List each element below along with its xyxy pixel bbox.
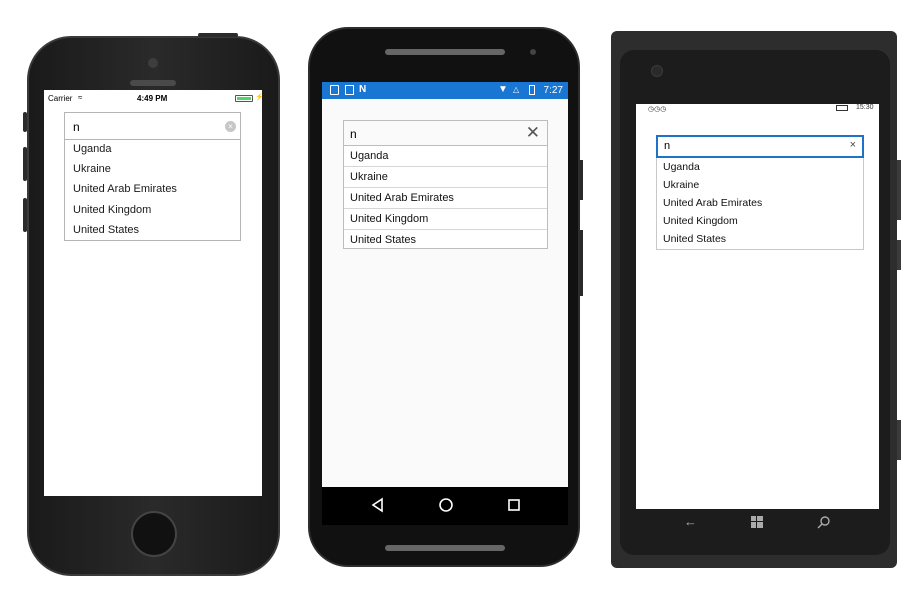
windows-screen: ◷◷◷ 15:30 n × Uganda Ukraine United Arab…	[636, 104, 879, 509]
close-icon[interactable]: ✕	[526, 124, 540, 142]
volume-down-button	[23, 198, 27, 232]
battery-icon	[235, 95, 253, 102]
camera-button	[897, 420, 901, 460]
status-time: 7:27	[543, 85, 563, 96]
suggestion-item[interactable]: United Kingdom	[663, 215, 738, 227]
suggestion-item[interactable]: United Kingdom	[73, 204, 151, 216]
top-speaker	[385, 49, 505, 55]
suggestion-item[interactable]: Ukraine	[663, 179, 699, 191]
battery-icon	[529, 85, 535, 95]
notification-n-icon: N	[359, 84, 367, 95]
android-nav-bar	[322, 487, 568, 525]
signal-icon: ◷◷◷	[648, 106, 667, 113]
signal-off-icon: △	[513, 85, 520, 94]
back-arrow-icon[interactable]: ←	[684, 514, 697, 529]
suggestion-item[interactable]: United States	[344, 230, 547, 248]
volume-button	[580, 230, 583, 296]
autocomplete-input[interactable]: n ×	[656, 135, 864, 158]
suggestion-item[interactable]: United States	[73, 224, 139, 236]
mute-switch	[23, 112, 27, 132]
battery-icon	[836, 105, 848, 111]
suggestion-item[interactable]: Uganda	[344, 146, 547, 167]
volume-button	[897, 160, 901, 220]
power-button	[198, 33, 238, 37]
autocomplete-input-value: n	[664, 140, 671, 152]
close-icon[interactable]: ×	[850, 139, 856, 151]
windows-status-bar: ◷◷◷ 15:30	[636, 104, 879, 114]
suggestion-list: Uganda Ukraine United Arab Emirates Unit…	[656, 158, 864, 250]
suggestion-item[interactable]: United Arab Emirates	[663, 197, 762, 209]
suggestion-item[interactable]: United Arab Emirates	[73, 183, 177, 195]
bottom-speaker	[385, 545, 505, 551]
autocomplete-input[interactable]: n ✕	[343, 120, 548, 146]
suggestion-item[interactable]: Ukraine	[73, 163, 111, 175]
autocomplete-input-value: n	[350, 127, 357, 141]
image-icon	[345, 85, 354, 95]
front-camera	[651, 65, 663, 77]
file-icon	[330, 85, 339, 95]
suggestion-item[interactable]: Uganda	[73, 143, 112, 155]
suggestion-list: Uganda Ukraine United Arab Emirates Unit…	[64, 140, 241, 241]
suggestion-item[interactable]: Ukraine	[344, 167, 547, 188]
android-status-bar: N ▼ △ 7:27	[322, 82, 568, 99]
power-button	[897, 240, 901, 270]
volume-up-button	[23, 147, 27, 181]
search-icon[interactable]	[817, 515, 831, 529]
suggestion-item[interactable]: United States	[663, 233, 726, 245]
suggestion-item[interactable]: United Arab Emirates	[344, 188, 547, 209]
wifi-icon: ≈	[78, 93, 83, 102]
windows-nav-bar: ←	[636, 509, 879, 537]
earpiece-speaker	[130, 80, 176, 86]
back-icon[interactable]	[370, 497, 384, 513]
status-time: 15:30	[856, 104, 874, 111]
power-button	[580, 160, 583, 200]
charging-icon: ⚡	[255, 94, 264, 101]
windows-logo-icon[interactable]	[751, 516, 763, 528]
home-button[interactable]	[131, 511, 177, 557]
carrier-label: Carrier	[48, 94, 73, 103]
recents-icon[interactable]	[507, 497, 521, 513]
android-screen: N ▼ △ 7:27 n ✕ Uganda Ukraine United Ara…	[322, 82, 568, 487]
ios-status-bar: Carrier ≈ 4:49 PM ⚡	[44, 90, 264, 106]
clear-circle-icon[interactable]: ×	[225, 121, 236, 132]
ios-screen: Carrier ≈ 4:49 PM ⚡ n × Uganda Ukraine U…	[44, 90, 264, 496]
autocomplete-input-value: n	[73, 120, 80, 134]
front-camera	[148, 58, 158, 68]
front-camera	[530, 49, 536, 55]
status-time: 4:49 PM	[137, 94, 168, 103]
wifi-icon: ▼	[498, 84, 508, 95]
suggestion-list: Uganda Ukraine United Arab Emirates Unit…	[343, 146, 548, 249]
autocomplete-input[interactable]: n ×	[64, 112, 241, 140]
home-icon[interactable]	[438, 497, 454, 513]
suggestion-item[interactable]: United Kingdom	[344, 209, 547, 230]
suggestion-item[interactable]: Uganda	[663, 161, 700, 173]
